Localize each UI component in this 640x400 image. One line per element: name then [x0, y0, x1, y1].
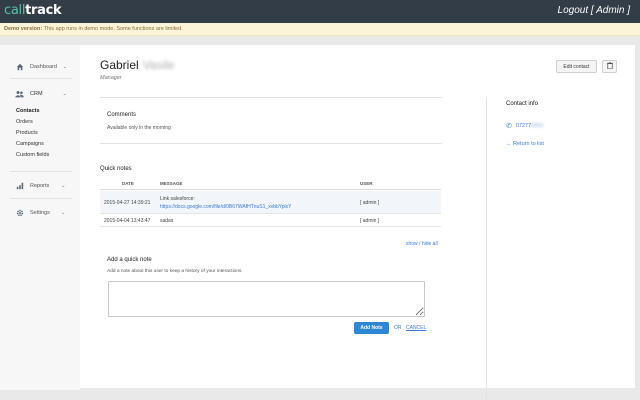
phone-number-blurred: 4855	[531, 123, 544, 129]
main-content: Gabriel Vasile Manager Edit contact Comme…	[80, 45, 635, 400]
app-logo[interactable]: calltrack	[4, 3, 62, 19]
column-header-date: DATE	[122, 181, 134, 186]
sidebar-divider	[10, 198, 72, 199]
sidebar-item-dashboard[interactable]: Dashboard ⌄	[15, 62, 67, 72]
note-user: [ admin ]	[360, 200, 380, 206]
header-divider	[100, 97, 442, 98]
house-icon	[15, 63, 24, 72]
sidebar-subitem-custom-fields[interactable]: Custom fields	[16, 152, 49, 158]
sidebar-subitem-campaigns[interactable]: Campaigns	[16, 141, 44, 147]
add-note-title: Add a quick note	[107, 257, 152, 263]
show-hide-all-link[interactable]: show / hide all	[406, 241, 438, 247]
add-note-button[interactable]: Add Note	[354, 322, 389, 334]
quick-note-textarea[interactable]	[108, 281, 425, 317]
note-date: 2015-04-04 13:43:47	[104, 218, 151, 224]
note-user: [ admin ]	[360, 218, 380, 224]
chevron-down-icon: ⌄	[60, 210, 66, 216]
contact-role: Manager	[100, 75, 122, 81]
comments-title: Comments	[107, 112, 137, 118]
phone-number: 07277	[515, 123, 532, 129]
table-header: DATE MESSAGE USER	[100, 178, 441, 190]
bar-chart-icon	[15, 182, 24, 191]
chevron-down-icon: ⌄	[62, 91, 67, 97]
chevron-down-icon: ⌄	[61, 183, 66, 189]
edit-contact-button[interactable]: Edit contact	[556, 60, 597, 73]
table-row: 2015-04-04 13:43:47 sadas [ admin ]	[100, 215, 441, 227]
demo-banner-message: This app runs in demo mode. Some functio…	[43, 26, 183, 32]
sidebar-subitem-orders[interactable]: Orders	[16, 119, 33, 125]
demo-banner-label: Demo version:	[4, 26, 43, 32]
note-message: sadas	[160, 218, 174, 224]
users-icon	[15, 90, 24, 99]
chevron-down-icon: ⌄	[62, 64, 68, 70]
sidebar-item-label: CRM	[30, 91, 43, 97]
sidebar-divider	[10, 78, 72, 79]
contact-info-title: Contact info	[506, 101, 539, 107]
trash-icon	[606, 62, 613, 71]
table-row: 2015-04-27 14:39:21 Link salesforce: htt…	[100, 191, 441, 214]
demo-banner: Demo version: This app runs in demo mode…	[0, 23, 640, 36]
sidebar-item-label: Dashboard	[30, 64, 57, 70]
note-date: 2015-04-27 14:39:21	[104, 200, 151, 206]
sidebar-subitem-products[interactable]: Products	[16, 130, 38, 136]
sidebar-item-label: Reports	[30, 183, 50, 189]
sidebar-item-label: Settings	[30, 210, 50, 216]
comments-text: Available only in the morning	[107, 125, 171, 131]
contact-phone[interactable]: ✆ 07277 4855	[506, 122, 543, 130]
or-text: OR	[394, 325, 402, 331]
column-header-user: USER	[360, 181, 373, 186]
delete-contact-button[interactable]	[602, 60, 617, 73]
sidebar: Dashboard ⌄ CRM ⌄ Contacts Orders Produc…	[0, 45, 80, 390]
comments-divider	[100, 143, 442, 144]
note-message: Link salesforce:	[160, 196, 195, 202]
sidebar-item-reports[interactable]: Reports ⌄	[15, 181, 65, 191]
logo-part-track: track	[25, 3, 62, 18]
sidebar-item-settings[interactable]: Settings ⌄	[15, 208, 65, 218]
contact-name: Gabriel Vasile	[100, 58, 174, 72]
column-header-message: MESSAGE	[160, 181, 183, 186]
logo-part-call: call	[4, 3, 26, 18]
return-to-list-link[interactable]: ← Return to list	[506, 141, 544, 147]
top-bar: calltrack Logout [ Admin ]	[0, 0, 640, 23]
logout-link[interactable]: Logout [ Admin ]	[558, 5, 630, 16]
cancel-link[interactable]: CANCEL	[406, 325, 426, 331]
sidebar-divider	[10, 171, 72, 172]
gear-icon	[15, 209, 24, 218]
note-message-link[interactable]: https://docs.google.com/file/d/0B67WAfHT…	[160, 204, 291, 210]
column-divider	[486, 98, 487, 400]
contact-last-name-blurred: Vasile	[142, 58, 175, 72]
contact-first-name: Gabriel	[100, 58, 139, 72]
add-note-description: Add a note about this user to keep a his…	[107, 269, 243, 274]
sidebar-subitem-contacts[interactable]: Contacts	[16, 108, 40, 114]
quick-notes-title: Quick notes	[100, 166, 132, 172]
phone-icon: ✆	[506, 123, 512, 130]
sidebar-item-crm[interactable]: CRM ⌄	[15, 89, 67, 99]
